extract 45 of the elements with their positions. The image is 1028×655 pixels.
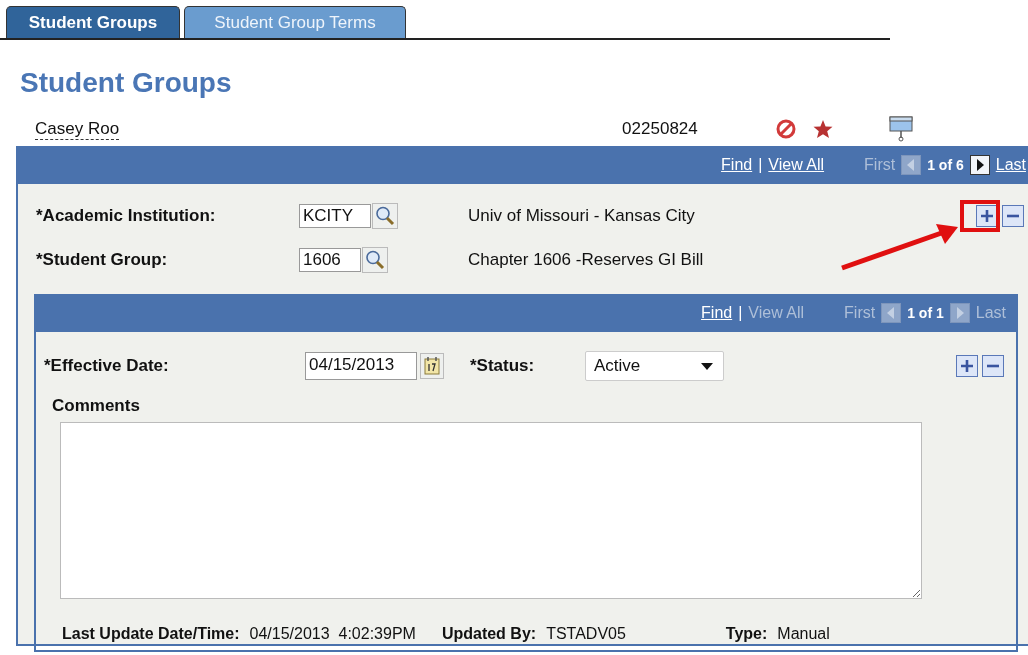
field-label: *Student Group: — [36, 250, 169, 270]
status-dropdown[interactable]: Active — [585, 351, 724, 381]
comments-label: Comments — [52, 396, 141, 416]
search-icon[interactable] — [372, 203, 398, 229]
add-row-button[interactable] — [976, 205, 998, 227]
footer-label: Type: — [725, 625, 768, 643]
field-label: *Status: — [470, 356, 536, 376]
student-name: Casey Roo — [35, 118, 120, 140]
separator: | — [758, 156, 763, 174]
footer-value: TSTADV05 — [546, 625, 626, 643]
comments-field[interactable] — [60, 422, 922, 599]
next-button[interactable] — [969, 155, 990, 175]
star-icon[interactable] — [811, 118, 834, 140]
delete-row-button[interactable] — [982, 355, 1004, 377]
footer-label: Updated By: — [441, 625, 537, 643]
student-id: 02250824 — [622, 119, 698, 139]
separator: | — [738, 304, 743, 322]
caret-icon — [701, 362, 713, 370]
date-field[interactable]: 04/15/2013 — [305, 352, 417, 380]
view-all-link[interactable]: View All — [768, 156, 825, 174]
presentation-icon[interactable] — [886, 115, 915, 143]
tab[interactable]: Student Group Terms — [184, 6, 406, 38]
plus-icon — [960, 359, 974, 373]
field-label: *Effective Date: — [44, 356, 170, 376]
input-field[interactable]: KCITY — [299, 204, 371, 228]
page-title: Student Groups — [20, 66, 233, 100]
delete-row-button[interactable] — [1002, 205, 1024, 227]
row-count: 1 of 6 — [927, 157, 964, 173]
calendar-icon[interactable] — [420, 353, 444, 379]
add-row-button[interactable] — [956, 355, 978, 377]
find-link[interactable]: Find — [701, 304, 733, 322]
field-description: Univ of Missouri - Kansas City — [468, 206, 695, 226]
tab[interactable]: Student Groups — [6, 6, 180, 38]
last-link[interactable]: Last — [995, 156, 1026, 174]
footer-value: 04/15/2013 4:02:39PM — [249, 625, 416, 643]
row-count: 1 of 1 — [907, 305, 944, 321]
field-label: *Academic Institution: — [36, 206, 217, 226]
field-description: Chapter 1606 -Reserves GI Bill — [468, 250, 704, 270]
prohibited-icon[interactable] — [774, 118, 797, 140]
find-link[interactable]: Find — [721, 156, 753, 174]
plus-icon — [980, 209, 994, 223]
footer-label: Last Update Date/Time: — [62, 625, 240, 643]
search-icon[interactable] — [362, 247, 388, 273]
input-field[interactable]: 1606 — [299, 248, 361, 272]
footer-value: Manual — [777, 625, 830, 643]
